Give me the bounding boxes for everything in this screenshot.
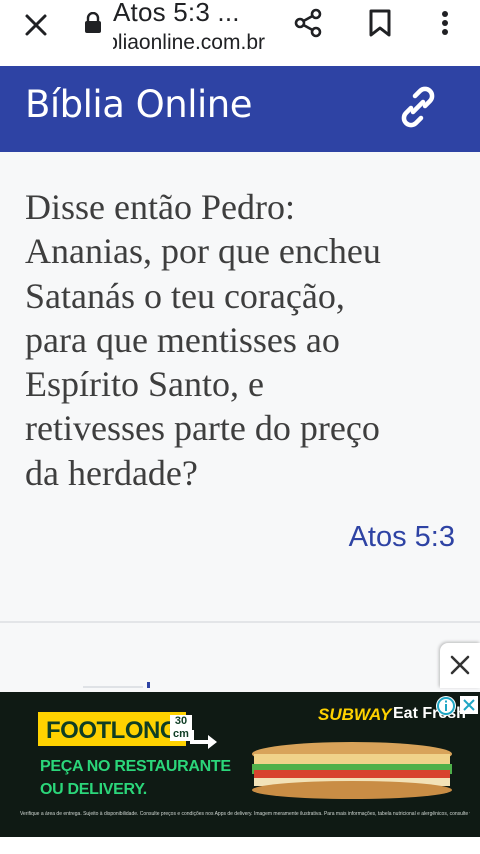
ad-close-button[interactable]	[440, 643, 480, 688]
page-title[interactable]: Atos 5:3 ...	[113, 0, 240, 28]
verse-line: Espírito Santo, e	[25, 364, 264, 405]
browser-toolbar: Atos 5:3 ... bibliaonline.com.br	[0, 0, 480, 66]
app-header: Bíblia Online	[0, 66, 480, 152]
verse-line: Satanás o teu coração,	[25, 275, 345, 316]
verse-line: retivesses parte do preço	[25, 408, 380, 449]
ad-x-icon[interactable]	[460, 696, 478, 714]
lock-icon	[84, 11, 102, 34]
ad-brand: SUBWAY	[318, 705, 392, 724]
verse-line: Ananias, por que encheu	[25, 231, 381, 272]
more-vertical-icon	[442, 11, 448, 35]
close-tab-button[interactable]	[20, 9, 52, 41]
bottom-strip	[0, 837, 480, 854]
bookmark-button[interactable]	[366, 8, 394, 38]
ad-line-2: OU DELIVERY.	[40, 781, 147, 798]
ad-headline: FOOTLONG	[38, 712, 186, 746]
verse-line: Disse então Pedro:	[25, 187, 295, 227]
share-button[interactable]	[292, 7, 324, 39]
verse-text: Disse então Pedro: Ananias, por que ench…	[25, 185, 473, 495]
arrow-icon	[190, 730, 217, 749]
next-card-peek	[0, 623, 480, 692]
ad-fine-print: Verifique a área de entrega. Sujeito à d…	[20, 811, 470, 817]
verse-reference-link[interactable]: Atos 5:3	[349, 521, 455, 554]
verse-line: para que mentisses ao	[25, 319, 340, 360]
ad-size-badge: 30 cm	[170, 715, 192, 741]
partial-mark	[147, 682, 150, 688]
ad-line-1: PEÇA NO RESTAURANTE	[40, 758, 231, 775]
bookmark-icon	[369, 9, 391, 37]
close-icon	[450, 655, 470, 675]
link-button[interactable]	[395, 84, 441, 130]
close-icon	[25, 14, 47, 36]
overflow-menu-button[interactable]	[435, 7, 455, 39]
app-title[interactable]: Bíblia Online	[25, 83, 253, 126]
ad-banner[interactable]: FOOTLONG 30 cm PEÇA NO RESTAURANTE OU DE…	[0, 692, 480, 837]
partial-divider	[83, 686, 143, 688]
link-icon	[401, 86, 435, 128]
ad-info-icon[interactable]	[435, 695, 457, 717]
verse-line: da herdade?	[25, 452, 198, 493]
url-text[interactable]: bibliaonline.com.br	[113, 31, 265, 55]
verse-card: Disse então Pedro: Ananias, por que ench…	[0, 152, 480, 620]
sandwich-image	[252, 742, 452, 799]
share-icon	[294, 8, 322, 38]
